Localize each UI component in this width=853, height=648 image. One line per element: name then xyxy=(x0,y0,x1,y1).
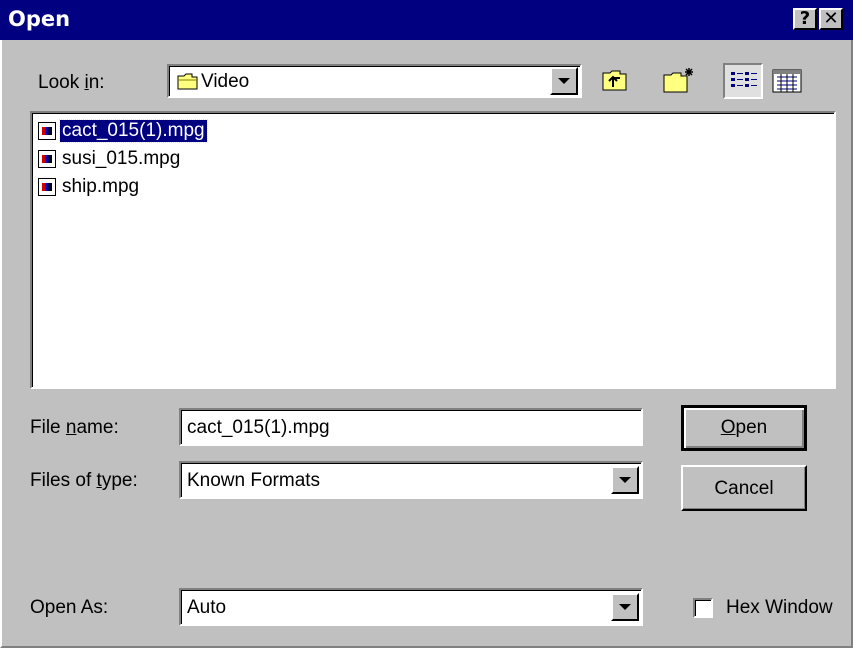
new-folder-button[interactable] xyxy=(659,65,699,97)
video-file-icon xyxy=(38,178,56,196)
filetype-dropdown-button[interactable] xyxy=(611,466,639,494)
folder-icon xyxy=(177,73,198,90)
window-title: Open xyxy=(8,7,71,31)
openas-dropdown-button[interactable] xyxy=(611,593,639,621)
list-item[interactable]: cact_015(1).mpg xyxy=(38,117,208,145)
close-button[interactable]: ✕ xyxy=(819,8,843,30)
chevron-down-icon xyxy=(619,477,631,483)
open-button[interactable]: Open xyxy=(681,405,807,451)
filetype-value: Known Formats xyxy=(187,470,321,491)
help-button[interactable]: ? xyxy=(793,8,817,30)
openas-label: Open As: xyxy=(30,597,109,618)
filetype-combo[interactable]: Known Formats xyxy=(179,461,643,499)
video-file-icon xyxy=(38,122,56,140)
video-file-icon xyxy=(38,150,56,168)
chevron-down-icon xyxy=(619,604,631,610)
list-item[interactable]: ship.mpg xyxy=(38,173,207,201)
openas-value: Auto xyxy=(187,597,227,618)
openas-combo[interactable]: Auto xyxy=(179,588,643,626)
lookin-dropdown-button[interactable] xyxy=(550,67,578,95)
details-view-icon xyxy=(772,69,802,93)
filename-value: cact_015(1).mpg xyxy=(187,417,330,438)
title-bar[interactable]: Open ? ✕ xyxy=(0,0,853,40)
filetype-label: Files of type: xyxy=(30,470,138,491)
filename-label: File name: xyxy=(30,417,119,438)
up-folder-icon xyxy=(602,70,627,91)
filename-input[interactable]: cact_015(1).mpg xyxy=(179,408,643,446)
details-view-button[interactable] xyxy=(767,65,807,97)
hex-window-checkbox[interactable] xyxy=(693,598,713,618)
file-name: ship.mpg xyxy=(62,176,140,197)
new-folder-icon xyxy=(663,68,693,93)
list-item[interactable]: susi_015.mpg xyxy=(38,145,207,173)
lookin-value: Video xyxy=(201,71,250,92)
file-name: cact_015(1).mpg xyxy=(59,119,208,143)
list-view-button[interactable] xyxy=(723,63,763,99)
chevron-down-icon xyxy=(558,78,570,84)
cancel-button[interactable]: Cancel xyxy=(681,465,807,511)
file-name: susi_015.mpg xyxy=(62,148,181,169)
up-folder-button[interactable] xyxy=(598,65,634,97)
lookin-combo[interactable]: Video xyxy=(167,64,582,98)
lookin-label: Look in: xyxy=(38,72,105,93)
list-view-icon xyxy=(731,72,757,87)
file-list[interactable]: cact_015(1).mpg susi_015.mpg ship.mpg xyxy=(30,111,836,389)
hex-window-label: Hex Window xyxy=(726,597,833,618)
